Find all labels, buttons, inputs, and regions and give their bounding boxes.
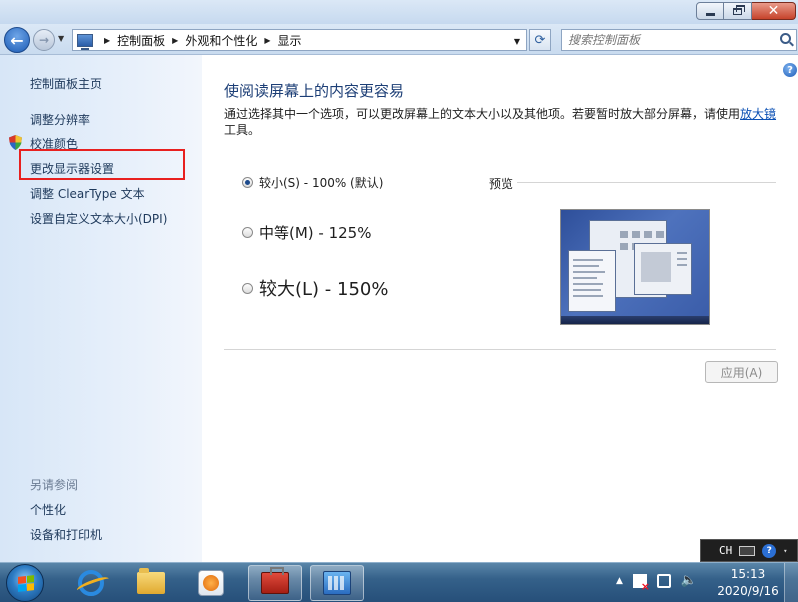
- volume-icon[interactable]: 🔈: [681, 573, 697, 588]
- navigation-bar: ← → ▼ ▶ 控制面板 ▶ 外观和个性化 ▶ 显示 ▼ ⟳: [0, 24, 798, 55]
- folder-icon: [137, 568, 165, 594]
- breadcrumb-appearance[interactable]: 外观和个性化: [185, 32, 257, 49]
- preview-image: [560, 209, 710, 325]
- close-icon: ✕: [767, 3, 780, 19]
- content-divider: [224, 349, 776, 350]
- chevron-right-icon[interactable]: ▶: [104, 36, 110, 45]
- taskbar-file-explorer[interactable]: [124, 565, 178, 601]
- windows-logo-icon: [18, 575, 34, 592]
- control-panel-icon: [323, 571, 351, 595]
- forward-arrow-icon: →: [38, 33, 50, 47]
- option-smaller[interactable]: 较小(S) - 100% (默认): [242, 174, 383, 191]
- taskbar-media-player[interactable]: [184, 565, 238, 601]
- radio-medium[interactable]: [242, 227, 253, 238]
- description-text: 通过选择其中一个选项，可以更改屏幕上的文本大小以及其他项。若要暂时放大部分屏幕，…: [224, 107, 741, 121]
- sidebar-item-cleartype[interactable]: 调整 ClearType 文本: [30, 185, 145, 202]
- taskbar-internet-explorer[interactable]: [64, 565, 118, 601]
- preview-window: [634, 243, 692, 295]
- window-controls: ✕: [696, 2, 796, 21]
- see-also-personalization[interactable]: 个性化: [30, 501, 66, 518]
- help-icon[interactable]: ?: [783, 63, 797, 77]
- start-button[interactable]: [6, 564, 44, 602]
- address-bar[interactable]: ▶ 控制面板 ▶ 外观和个性化 ▶ 显示 ▼: [72, 29, 527, 51]
- address-dropdown-icon[interactable]: ▼: [514, 37, 520, 46]
- chevron-right-icon[interactable]: ▶: [264, 36, 270, 45]
- keyboard-icon[interactable]: [739, 545, 756, 556]
- magnifier-link[interactable]: 放大镜: [740, 107, 776, 121]
- clock-time: 15:13: [730, 567, 766, 581]
- back-button[interactable]: ←: [4, 27, 30, 53]
- title-bar: ✕: [0, 0, 798, 24]
- see-also-devices-printers[interactable]: 设备和打印机: [30, 526, 102, 543]
- search-input[interactable]: [568, 33, 768, 47]
- preview-divider: [517, 182, 776, 183]
- control-panel-icon: [77, 33, 93, 50]
- taskbar: ▲ 🔈 15:13 2020/9/16: [0, 562, 798, 602]
- taskbar-toolbox-app[interactable]: [248, 565, 302, 601]
- refresh-icon: ⟳: [534, 32, 546, 48]
- radio-smaller[interactable]: [242, 177, 253, 188]
- close-button[interactable]: ✕: [752, 2, 796, 20]
- system-tray: ▲ 🔈: [616, 573, 697, 593]
- breadcrumb-display[interactable]: 显示: [278, 32, 302, 49]
- recent-pages-dropdown[interactable]: ▼: [58, 34, 64, 43]
- language-bar[interactable]: CH ? ▾: [700, 539, 798, 562]
- sidebar-item-resolution[interactable]: 调整分辨率: [30, 111, 90, 128]
- back-arrow-icon: ←: [10, 30, 24, 50]
- search-icon[interactable]: [780, 33, 791, 44]
- network-icon[interactable]: [656, 573, 671, 588]
- clock-date: 2020/9/16: [717, 584, 779, 598]
- help-icon[interactable]: ?: [762, 543, 777, 558]
- see-also-heading: 另请参阅: [30, 478, 79, 492]
- sidebar: 控制面板主页 调整分辨率 校准颜色 更改显示器设置 调整 ClearType 文…: [0, 55, 202, 562]
- highlight-box: [19, 149, 185, 180]
- action-center-flag-icon[interactable]: [632, 573, 650, 593]
- internet-explorer-icon: [78, 570, 104, 596]
- minimize-button[interactable]: [696, 2, 724, 20]
- preview-taskbar: [561, 316, 709, 324]
- page-title: 使阅读屏幕上的内容更容易: [224, 82, 405, 100]
- langbar-options-icon[interactable]: ▾: [783, 547, 787, 555]
- maximize-button[interactable]: [724, 2, 752, 20]
- show-desktop-button[interactable]: [784, 563, 798, 602]
- preview-window: [568, 250, 616, 312]
- option-medium-label[interactable]: 中等(M) - 125%: [259, 222, 371, 243]
- option-medium[interactable]: 中等(M) - 125%: [242, 222, 371, 243]
- sidebar-home-link[interactable]: 控制面板主页: [30, 75, 102, 92]
- clock[interactable]: 15:13 2020/9/16: [716, 566, 780, 600]
- restore-icon: [733, 4, 745, 15]
- page-description: 通过选择其中一个选项，可以更改屏幕上的文本大小以及其他项。若要暂时放大部分屏幕，…: [224, 106, 784, 138]
- radio-larger[interactable]: [242, 282, 253, 294]
- preview-label: 预览: [489, 177, 514, 191]
- search-box[interactable]: [561, 29, 797, 51]
- option-larger-label[interactable]: 较大(L) - 150%: [259, 275, 388, 301]
- minimize-icon: [705, 12, 715, 16]
- refresh-button[interactable]: ⟳: [529, 29, 551, 51]
- uac-shield-icon: [9, 135, 22, 150]
- apply-button[interactable]: 应用(A): [705, 361, 778, 383]
- taskbar-control-panel[interactable]: [310, 565, 364, 601]
- sidebar-item-custom-dpi[interactable]: 设置自定义文本大小(DPI): [30, 210, 167, 227]
- forward-button[interactable]: →: [33, 29, 55, 51]
- option-smaller-label[interactable]: 较小(S) - 100% (默认): [259, 174, 383, 191]
- chevron-right-icon[interactable]: ▶: [172, 36, 178, 45]
- language-indicator[interactable]: CH: [719, 544, 732, 557]
- media-player-icon: [198, 570, 224, 596]
- description-suffix: 工具。: [224, 123, 261, 137]
- toolbox-icon: [261, 567, 289, 594]
- show-hidden-icons-icon[interactable]: ▲: [616, 576, 623, 586]
- option-larger[interactable]: 较大(L) - 150%: [242, 275, 388, 301]
- breadcrumb-control-panel[interactable]: 控制面板: [117, 32, 165, 49]
